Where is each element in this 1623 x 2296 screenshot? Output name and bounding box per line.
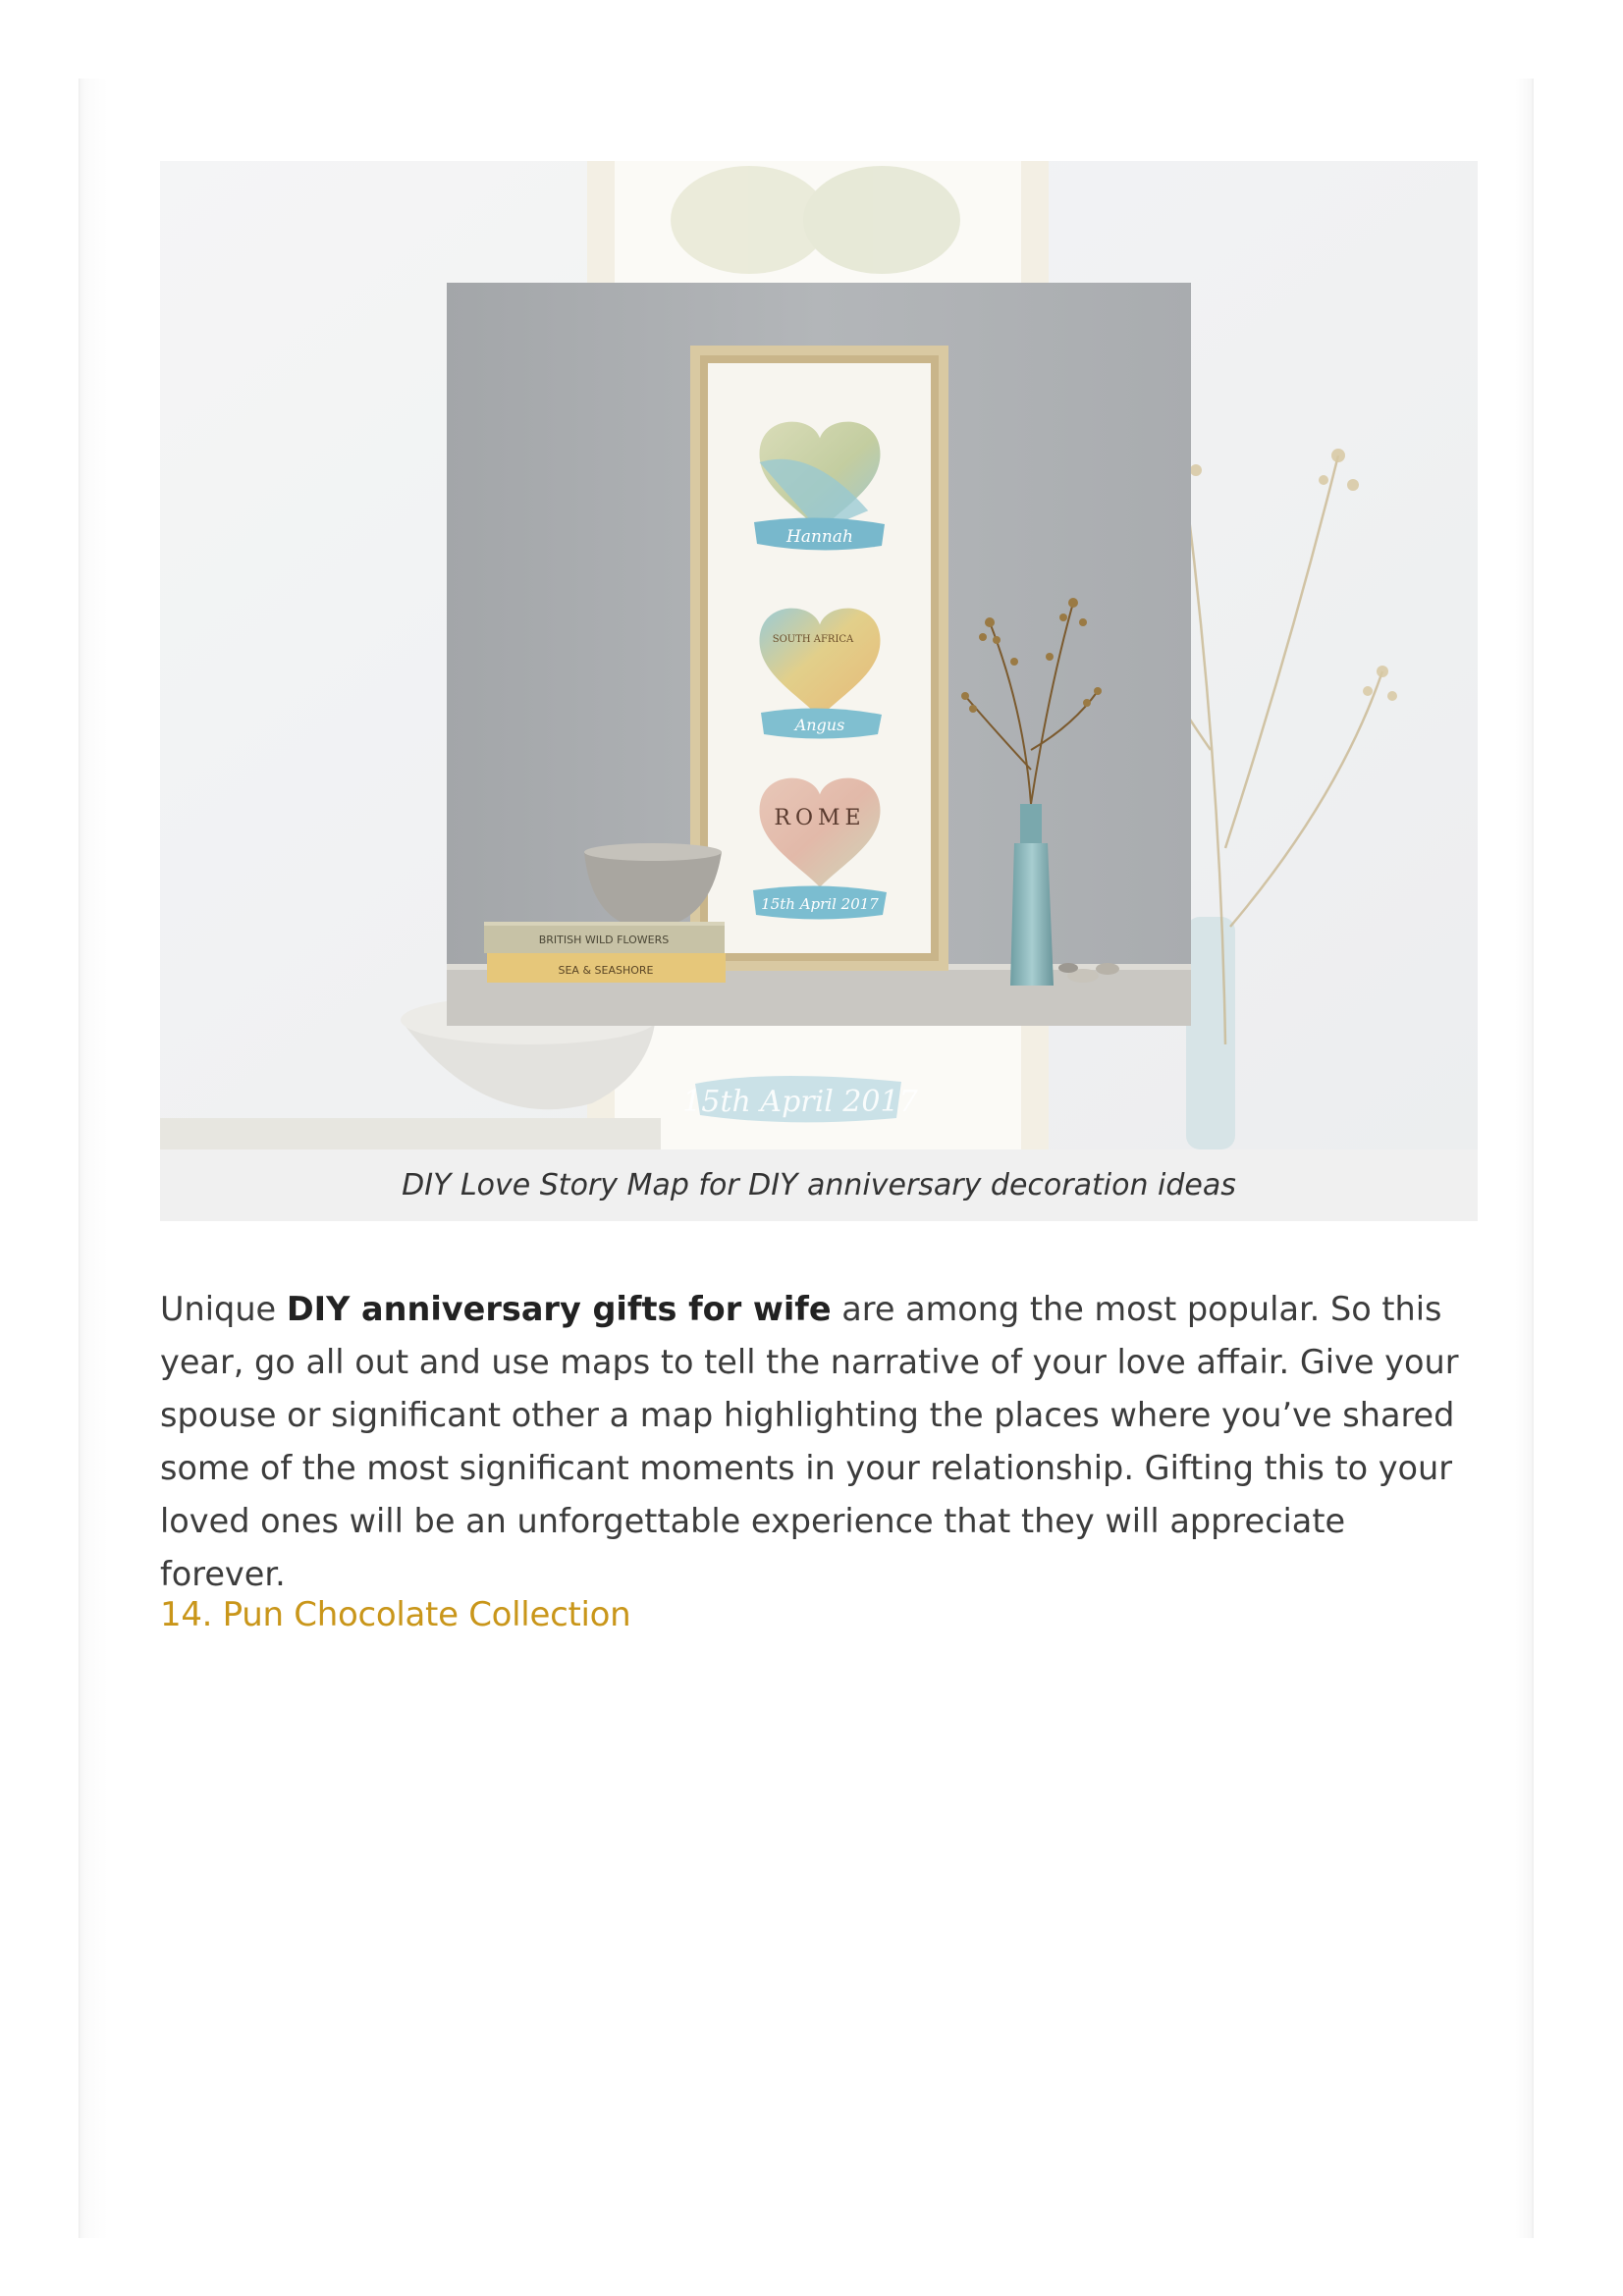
heart-2-name: Angus [793, 716, 845, 734]
book-title-1: BRITISH WILD FLOWERS [539, 934, 670, 946]
central-photo: Hannah SOUTH AFRICA Angus ROME 15th Apri… [447, 283, 1191, 1026]
article-page: 15th April 2017 Hannah SOUTH AFRICA Angu… [0, 0, 1623, 2296]
map-frame: Hannah SOUTH AFRICA Angus ROME 15th Apri… [690, 346, 948, 971]
heart-1-name: Hannah [785, 527, 853, 547]
paragraph-body: are among the most popular. So this year… [160, 1290, 1459, 1593]
book-title-2: SEA & SEASHORE [559, 964, 654, 977]
heart-3-place: ROME [774, 806, 865, 830]
love-story-map-photo[interactable]: 15th April 2017 Hannah SOUTH AFRICA Angu… [160, 161, 1478, 1149]
page-right-shadow [1514, 79, 1534, 2238]
page-left-shadow [79, 79, 110, 2238]
book-stack: BRITISH WILD FLOWERS SEA & SEASHORE [484, 922, 726, 983]
paragraph-intro: Unique [160, 1290, 287, 1328]
section-heading: 14. Pun Chocolate Collection [160, 1595, 631, 1634]
article-paragraph: Unique DIY anniversary gifts for wife ar… [160, 1283, 1481, 1601]
article-figure: 15th April 2017 Hannah SOUTH AFRICA Angu… [160, 161, 1478, 1221]
heart-2-place: SOUTH AFRICA [773, 634, 854, 645]
heart-3-date: 15th April 2017 [761, 895, 879, 913]
background-date-label: 15th April 2017 [682, 1085, 918, 1119]
diy-anniversary-gifts-link[interactable]: DIY anniversary gifts for wife [287, 1290, 832, 1328]
figure-caption: DIY Love Story Map for DIY anniversary d… [160, 1149, 1478, 1221]
